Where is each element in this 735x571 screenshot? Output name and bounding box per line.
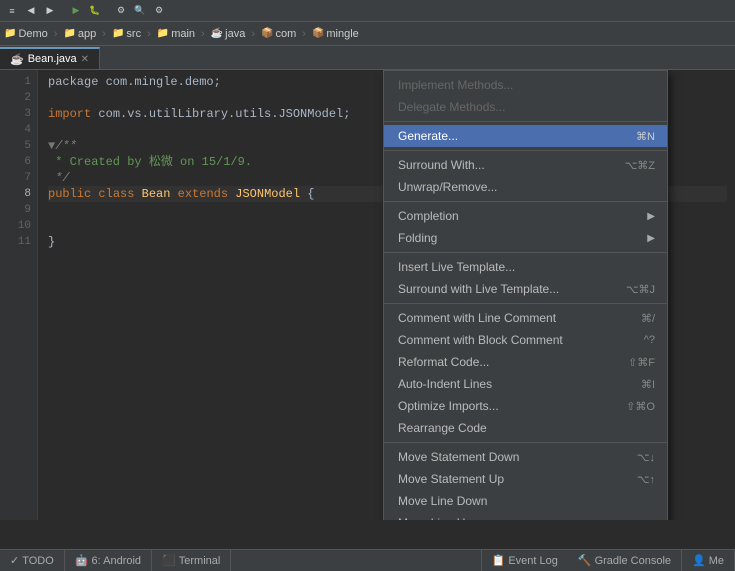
line-num-2: 2: [0, 90, 37, 106]
forward-icon[interactable]: ▶: [42, 3, 58, 19]
menu-item-rearrange-code[interactable]: Rearrange Code: [384, 417, 667, 439]
menu-item-delegate-methods[interactable]: Delegate Methods...: [384, 96, 667, 118]
tab-close-icon[interactable]: ✕: [81, 54, 89, 65]
breadcrumb-sep-5: ›: [251, 28, 255, 40]
tab-icon: ☕: [10, 53, 24, 66]
menu-item-folding[interactable]: Folding ▶: [384, 227, 667, 249]
breadcrumb-toolbar: 📁 Demo › 📁 app › 📁 src › 📁 main › ☕ java…: [0, 22, 735, 46]
java-icon: ☕: [211, 28, 223, 39]
status-android[interactable]: 🤖 6: Android: [65, 550, 152, 571]
mingle-icon: 📦: [312, 28, 324, 39]
menu-section-3: Surround With... ⌥⌘Z Unwrap/Remove...: [384, 151, 667, 202]
main-icon: 📁: [157, 28, 169, 39]
tab-bean-java[interactable]: ☕ Bean.java ✕: [0, 47, 100, 69]
tab-label: Bean.java: [28, 53, 77, 65]
status-terminal-label: Terminal: [179, 555, 221, 567]
menu-section-2: Generate... ⌘N: [384, 122, 667, 151]
menu-item-reformat-code[interactable]: Reformat Code... ⇧⌘F: [384, 351, 667, 373]
status-android-label: 6: Android: [92, 555, 142, 567]
menu-section-7: Move Statement Down ⌥↓ Move Statement Up…: [384, 443, 667, 520]
menu-item-move-stmt-down[interactable]: Move Statement Down ⌥↓: [384, 446, 667, 468]
breadcrumb-sep-4: ›: [201, 28, 205, 40]
android-icon: 🤖: [75, 554, 89, 567]
menu-item-unwrap-remove[interactable]: Unwrap/Remove...: [384, 176, 667, 198]
status-me-label: Me: [709, 555, 724, 567]
settings-icon[interactable]: ⚙: [151, 3, 167, 19]
menu-item-move-stmt-up[interactable]: Move Statement Up ⌥↑: [384, 468, 667, 490]
breadcrumb-sep-3: ›: [147, 28, 151, 40]
nav-java[interactable]: ☕ java: [211, 28, 246, 40]
line-num-1: 1: [0, 74, 37, 90]
completion-arrow-icon: ▶: [647, 211, 655, 222]
gradle-icon: 🔨: [578, 554, 592, 567]
menu-section-1: Implement Methods... Delegate Methods...: [384, 71, 667, 122]
todo-icon: ✓: [10, 554, 19, 567]
debug-icon[interactable]: 🐛: [87, 3, 103, 19]
build-icon[interactable]: ⚙: [113, 3, 129, 19]
com-icon: 📦: [261, 28, 273, 39]
line-num-8: 8: [0, 186, 37, 202]
search-icon[interactable]: 🔍: [132, 3, 148, 19]
status-me[interactable]: 👤 Me: [682, 550, 735, 571]
menu-section-4: Completion ▶ Folding ▶: [384, 202, 667, 253]
nav-src[interactable]: 📁 src: [112, 28, 141, 40]
menu-item-insert-live-template[interactable]: Insert Live Template...: [384, 256, 667, 278]
line-num-6: 6: [0, 154, 37, 170]
status-terminal[interactable]: ⬛ Terminal: [152, 550, 231, 571]
line-num-10: 10: [0, 218, 37, 234]
menu-item-move-line-down[interactable]: Move Line Down: [384, 490, 667, 512]
nav-app[interactable]: 📁 app: [63, 28, 96, 40]
line-num-3: 3: [0, 106, 37, 122]
menu-section-6: Comment with Line Comment ⌘/ Comment wit…: [384, 304, 667, 443]
tab-bar: ☕ Bean.java ✕: [0, 46, 735, 70]
toolbar-icons: ≡ ◀ ▶ ▶ 🐛 ⚙ 🔍 ⚙: [4, 3, 167, 19]
context-menu: Implement Methods... Delegate Methods...…: [383, 70, 668, 520]
line-num-5: 5: [0, 138, 37, 154]
menu-item-completion[interactable]: Completion ▶: [384, 205, 667, 227]
menu-item-generate[interactable]: Generate... ⌘N: [384, 125, 667, 147]
menu-section-5: Insert Live Template... Surround with Li…: [384, 253, 667, 304]
breadcrumb-sep-1: ›: [54, 28, 58, 40]
back-icon[interactable]: ◀: [23, 3, 39, 19]
status-gradle[interactable]: 🔨 Gradle Console: [568, 550, 682, 571]
event-log-icon: 📋: [492, 554, 506, 567]
menu-item-surround-with[interactable]: Surround With... ⌥⌘Z: [384, 154, 667, 176]
demo-icon: 📁: [4, 28, 16, 39]
editor-area[interactable]: 1 2 3 4 5 6 7 8 9 10 11 package com.ming…: [0, 70, 735, 520]
line-num-11: 11: [0, 234, 37, 250]
line-num-4: 4: [0, 122, 37, 138]
terminal-icon: ⬛: [162, 554, 176, 567]
line-num-9: 9: [0, 202, 37, 218]
menu-item-optimize-imports[interactable]: Optimize Imports... ⇧⌘O: [384, 395, 667, 417]
menu-item-comment-line[interactable]: Comment with Line Comment ⌘/: [384, 307, 667, 329]
line-number-gutter: 1 2 3 4 5 6 7 8 9 10 11: [0, 70, 38, 520]
nav-main[interactable]: 📁 main: [157, 28, 195, 40]
app-icon: 📁: [63, 28, 75, 39]
menu-item-implement-methods[interactable]: Implement Methods...: [384, 74, 667, 96]
menu-item-move-line-up[interactable]: Move Line Up: [384, 512, 667, 520]
run-icon[interactable]: ▶: [68, 3, 84, 19]
me-icon: 👤: [692, 554, 706, 567]
menu-item-surround-live-template[interactable]: Surround with Live Template... ⌥⌘J: [384, 278, 667, 300]
menu-item-auto-indent[interactable]: Auto-Indent Lines ⌘I: [384, 373, 667, 395]
status-todo[interactable]: ✓ TODO: [0, 550, 65, 571]
status-event-log[interactable]: 📋 Event Log: [481, 550, 568, 571]
menu-item-comment-block[interactable]: Comment with Block Comment ^?: [384, 329, 667, 351]
nav-com[interactable]: 📦 com: [261, 28, 296, 40]
status-gradle-label: Gradle Console: [595, 555, 671, 567]
status-bar: ✓ TODO 🤖 6: Android ⬛ Terminal 📋 Event L…: [0, 549, 735, 571]
src-icon: 📁: [112, 28, 124, 39]
breadcrumb-sep-2: ›: [102, 28, 106, 40]
nav-mingle[interactable]: 📦 mingle: [312, 28, 359, 40]
top-toolbar: ≡ ◀ ▶ ▶ 🐛 ⚙ 🔍 ⚙: [0, 0, 735, 22]
menu-icon[interactable]: ≡: [4, 3, 20, 19]
folding-arrow-icon: ▶: [647, 233, 655, 244]
status-todo-label: TODO: [22, 555, 54, 567]
line-num-7: 7: [0, 170, 37, 186]
breadcrumb-sep-6: ›: [302, 28, 306, 40]
status-event-log-label: Event Log: [508, 555, 558, 567]
nav-demo[interactable]: 📁 Demo: [4, 28, 48, 40]
